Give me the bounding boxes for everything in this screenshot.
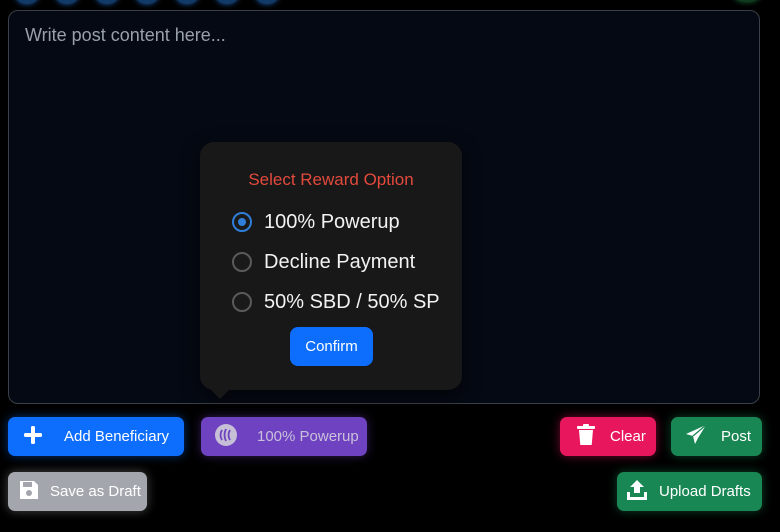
popover-arrow [210,389,230,399]
save-as-draft-label: Save as Draft [50,483,141,500]
add-beneficiary-label: Add Beneficiary [64,428,170,445]
add-beneficiary-button[interactable]: Add Beneficiary [8,417,184,456]
reward-option-split[interactable]: 50% SBD / 50% SP [232,289,440,315]
steem-icon [215,423,237,450]
reward-option-label: Decline Payment [264,250,416,273]
post-content-placeholder: Write post content here... [25,25,226,45]
partial-icon [56,0,78,4]
partial-icon [734,0,760,2]
clear-button[interactable]: Clear [560,417,656,456]
paper-plane-icon [685,424,707,450]
reward-option-button[interactable]: 100% Powerup [201,417,367,456]
post-button[interactable]: Post [671,417,762,456]
popover-title: Select Reward Option [248,170,414,189]
reward-option-popover: Select Reward Option 100% Powerup Declin… [200,142,462,390]
reward-option-label: 100% Powerup [257,428,359,445]
reward-option-label: 50% SBD / 50% SP [264,290,440,313]
upload-drafts-label: Upload Drafts [659,483,751,500]
partial-icon [216,0,238,4]
top-partial-toolbar [0,0,780,8]
post-label: Post [721,428,752,445]
upload-drafts-button[interactable]: Upload Drafts [617,472,762,511]
save-as-draft-button[interactable]: Save as Draft [8,472,147,511]
radio-button[interactable] [232,252,252,272]
upload-icon [625,478,649,506]
radio-button-selected[interactable] [232,212,252,232]
trash-icon [576,423,596,450]
partial-icon [176,0,198,4]
reward-option-powerup[interactable]: 100% Powerup [232,209,400,235]
partial-icon [96,0,118,4]
plus-icon [22,424,44,450]
confirm-button[interactable]: Confirm [290,327,373,366]
floppy-disk-icon [18,479,40,505]
partial-icon [256,0,278,4]
partial-icon [136,0,158,4]
reward-option-label: 100% Powerup [264,210,400,233]
clear-label: Clear [610,428,646,445]
radio-button[interactable] [232,292,252,312]
partial-icon [16,0,38,4]
reward-option-decline[interactable]: Decline Payment [232,249,415,275]
